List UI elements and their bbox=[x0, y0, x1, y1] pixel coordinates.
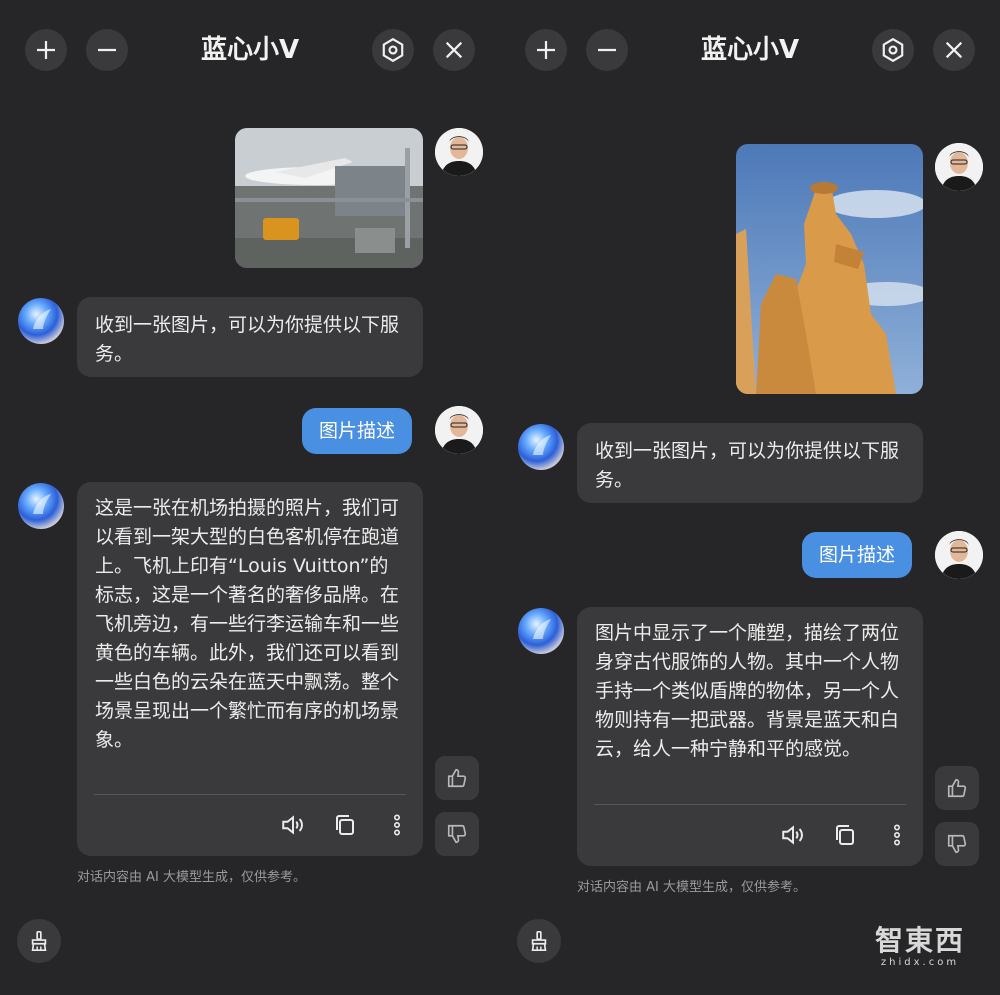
more-vertical-icon bbox=[394, 814, 401, 836]
ai-intro-message: 收到一张图片，可以为你提供以下服务。 bbox=[77, 297, 423, 377]
broom-icon bbox=[31, 931, 47, 951]
message-divider bbox=[94, 794, 406, 795]
copy-icon bbox=[836, 825, 854, 845]
plus-icon bbox=[37, 41, 55, 59]
thumbs-down-icon bbox=[447, 824, 467, 844]
minus-icon bbox=[98, 48, 116, 52]
disclaimer-text: 对话内容由 AI 大模型生成，仅供参考。 bbox=[577, 880, 806, 895]
copy-button[interactable] bbox=[332, 812, 358, 838]
user-image-sculpture[interactable] bbox=[736, 144, 923, 394]
more-vertical-icon bbox=[894, 824, 901, 846]
settings-button[interactable] bbox=[872, 29, 914, 71]
watermark-logo-text: 智東西 bbox=[874, 924, 965, 957]
user-avatar bbox=[935, 143, 983, 191]
watermark-domain: zhidx.com bbox=[880, 957, 960, 968]
expand-button[interactable] bbox=[525, 29, 567, 71]
ai-avatar bbox=[517, 607, 565, 655]
ai-reply-message: 这是一张在机场拍摄的照片，我们可以看到一架大型的白色客机停在跑道上。飞机上印有“… bbox=[77, 482, 423, 856]
message-actions bbox=[780, 822, 910, 848]
speaker-icon bbox=[282, 815, 303, 835]
plus-icon bbox=[537, 41, 555, 59]
dislike-button[interactable] bbox=[935, 822, 979, 866]
more-button[interactable] bbox=[884, 822, 910, 848]
ai-reply-text: 这是一张在机场拍摄的照片，我们可以看到一架大型的白色客机停在跑道上。飞机上印有“… bbox=[95, 497, 400, 751]
copy-button[interactable] bbox=[832, 822, 858, 848]
settings-button[interactable] bbox=[372, 29, 414, 71]
like-button[interactable] bbox=[435, 756, 479, 800]
minus-icon bbox=[598, 48, 616, 52]
thumbs-up-icon bbox=[947, 778, 967, 798]
expand-button[interactable] bbox=[25, 29, 67, 71]
speaker-button[interactable] bbox=[780, 822, 806, 848]
broom-icon bbox=[531, 931, 547, 951]
user-action-bubble[interactable]: 图片描述 bbox=[302, 408, 413, 454]
thumbs-down-icon bbox=[947, 834, 967, 854]
user-image-airport[interactable] bbox=[235, 128, 423, 268]
watermark-logo: 智東西 zhidx.com bbox=[860, 925, 980, 975]
minimize-button[interactable] bbox=[86, 29, 128, 71]
message-actions bbox=[280, 812, 410, 838]
ai-avatar bbox=[17, 297, 65, 345]
copy-icon bbox=[336, 815, 354, 835]
minimize-button[interactable] bbox=[586, 29, 628, 71]
more-button[interactable] bbox=[384, 812, 410, 838]
hexagon-settings-icon bbox=[382, 37, 404, 63]
close-icon bbox=[945, 41, 963, 59]
close-button[interactable] bbox=[433, 29, 475, 71]
ai-intro-message: 收到一张图片，可以为你提供以下服务。 bbox=[577, 423, 923, 503]
user-avatar bbox=[935, 531, 983, 579]
clear-chat-button[interactable] bbox=[17, 919, 61, 963]
hexagon-settings-icon bbox=[882, 37, 904, 63]
ai-avatar bbox=[517, 423, 565, 471]
close-icon bbox=[445, 41, 463, 59]
like-button[interactable] bbox=[935, 766, 979, 810]
ai-reply-text: 图片中显示了一个雕塑，描绘了两位身穿古代服饰的人物。其中一个人物手持一个类似盾牌… bbox=[595, 622, 900, 760]
disclaimer-text: 对话内容由 AI 大模型生成，仅供参考。 bbox=[77, 870, 306, 885]
message-divider bbox=[594, 804, 906, 805]
user-action-bubble[interactable]: 图片描述 bbox=[802, 532, 913, 578]
clear-chat-button[interactable] bbox=[517, 919, 561, 963]
user-avatar bbox=[435, 406, 483, 454]
app-title: 蓝心小V bbox=[700, 35, 800, 65]
speaker-button[interactable] bbox=[280, 812, 306, 838]
close-button[interactable] bbox=[933, 29, 975, 71]
ai-avatar bbox=[17, 482, 65, 530]
right-chat-panel: 蓝心小V 收到一张图片，可以为你提供以下服务。 图片描述 图片中显示了一个雕塑，… bbox=[500, 0, 1000, 995]
user-avatar bbox=[435, 128, 483, 176]
speaker-icon bbox=[782, 825, 803, 845]
left-chat-panel: 蓝心小V 收到一张图片，可以为你提供以下服务。 图片描述 这是一张在机场拍摄的照… bbox=[0, 0, 500, 995]
thumbs-up-icon bbox=[447, 768, 467, 788]
dislike-button[interactable] bbox=[435, 812, 479, 856]
app-title: 蓝心小V bbox=[200, 35, 300, 65]
